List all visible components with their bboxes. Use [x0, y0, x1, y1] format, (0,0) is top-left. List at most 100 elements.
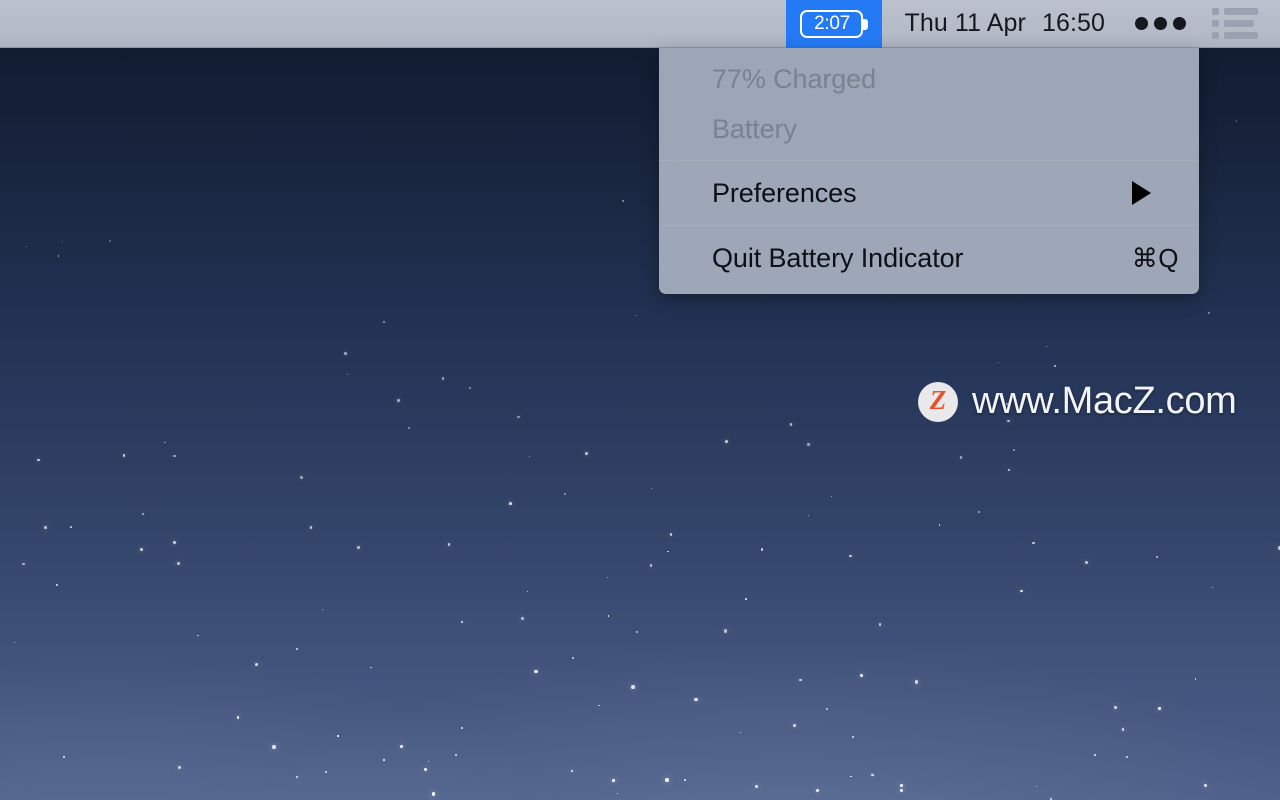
star [370, 666, 372, 669]
star [1121, 728, 1125, 731]
star [109, 239, 112, 242]
star [346, 373, 349, 376]
star [761, 548, 764, 551]
star [1093, 753, 1096, 756]
star [631, 685, 635, 689]
star [400, 745, 403, 748]
star [806, 443, 810, 447]
menu-bar-item-battery[interactable]: 2:07 [786, 0, 883, 48]
star [455, 753, 458, 756]
menu-bar: 2:07 Thu 11 Apr 16:50 [0, 0, 1280, 48]
star [1211, 586, 1213, 589]
star [860, 674, 864, 678]
clock-time: 16:50 [1041, 9, 1105, 37]
star [397, 398, 400, 402]
star [469, 387, 472, 390]
star [635, 630, 638, 634]
star [164, 441, 166, 444]
star [584, 452, 588, 456]
star [122, 454, 126, 457]
notification-center-icon[interactable] [1206, 8, 1280, 39]
watermark: Z www.MacZ.com [918, 380, 1237, 423]
menu-section-status: 77% Charged Battery [659, 48, 1199, 160]
menu-bar-item-clock[interactable]: Thu 11 Apr 16:50 [882, 11, 1107, 36]
battery-icon-terminal [863, 18, 869, 30]
macz-logo-letter: Z [929, 385, 947, 415]
notification-center-bar [1224, 32, 1258, 39]
star [295, 775, 299, 779]
star [617, 792, 619, 795]
star [649, 563, 653, 567]
star [914, 680, 919, 684]
star [665, 778, 669, 783]
star [790, 423, 793, 426]
star [534, 669, 538, 674]
star [799, 678, 802, 682]
star [669, 533, 673, 536]
notification-center-square [1212, 20, 1219, 27]
star [527, 590, 529, 592]
star [62, 240, 64, 242]
star [694, 697, 698, 702]
star [849, 554, 852, 558]
star [25, 245, 28, 248]
star [173, 454, 176, 457]
star [324, 771, 327, 774]
star [140, 547, 144, 551]
menu-bar-status-items: 2:07 Thu 11 Apr 16:50 [786, 0, 1280, 48]
star [793, 723, 797, 727]
star [447, 543, 451, 547]
star [684, 778, 686, 781]
star [739, 732, 741, 734]
quit-label: Quit Battery Indicator [712, 242, 964, 273]
star [938, 524, 941, 526]
star [612, 778, 615, 782]
star [309, 526, 312, 529]
star [173, 540, 177, 544]
macz-logo-icon: Z [918, 381, 958, 422]
control-center-dot [1135, 17, 1148, 30]
preferences-label: Preferences [712, 177, 857, 208]
star [517, 415, 520, 419]
notification-center-row [1212, 32, 1258, 39]
star [322, 608, 324, 610]
star [564, 492, 567, 495]
star [900, 784, 904, 788]
clock-date: Thu 11 Apr [904, 9, 1026, 37]
battery-icon: 2:07 [800, 9, 869, 38]
notification-center-bar [1224, 20, 1254, 27]
control-center-icon[interactable] [1107, 17, 1206, 30]
star [997, 361, 1000, 364]
star [1020, 589, 1023, 593]
menu-item-preferences[interactable]: Preferences [659, 167, 1199, 219]
notification-center-square [1212, 8, 1219, 15]
star [441, 377, 445, 380]
star [606, 576, 608, 578]
menu-section-quit: Quit Battery Indicator ⌘Q [659, 226, 1199, 290]
charge-status-label: 77% Charged [712, 63, 877, 94]
notification-center-square [1212, 32, 1219, 39]
star [745, 598, 747, 600]
star [428, 761, 430, 763]
star [55, 584, 58, 587]
star [650, 487, 652, 489]
star [337, 735, 339, 737]
power-source-label: Battery [712, 113, 797, 144]
star [423, 767, 428, 772]
star [634, 315, 637, 317]
star [878, 623, 882, 626]
star [978, 510, 981, 514]
star [1194, 678, 1197, 680]
star [1235, 120, 1238, 122]
star [382, 320, 386, 324]
star [141, 512, 145, 516]
notification-center-row [1212, 8, 1258, 15]
star [830, 496, 832, 498]
star [598, 704, 601, 707]
desktop: 2:07 Thu 11 Apr 16:50 77% Charged Batter… [0, 0, 1280, 800]
star [461, 727, 464, 730]
menu-item-quit[interactable]: Quit Battery Indicator ⌘Q [659, 232, 1199, 284]
star [383, 759, 385, 761]
star [1113, 706, 1117, 710]
star [667, 550, 669, 553]
